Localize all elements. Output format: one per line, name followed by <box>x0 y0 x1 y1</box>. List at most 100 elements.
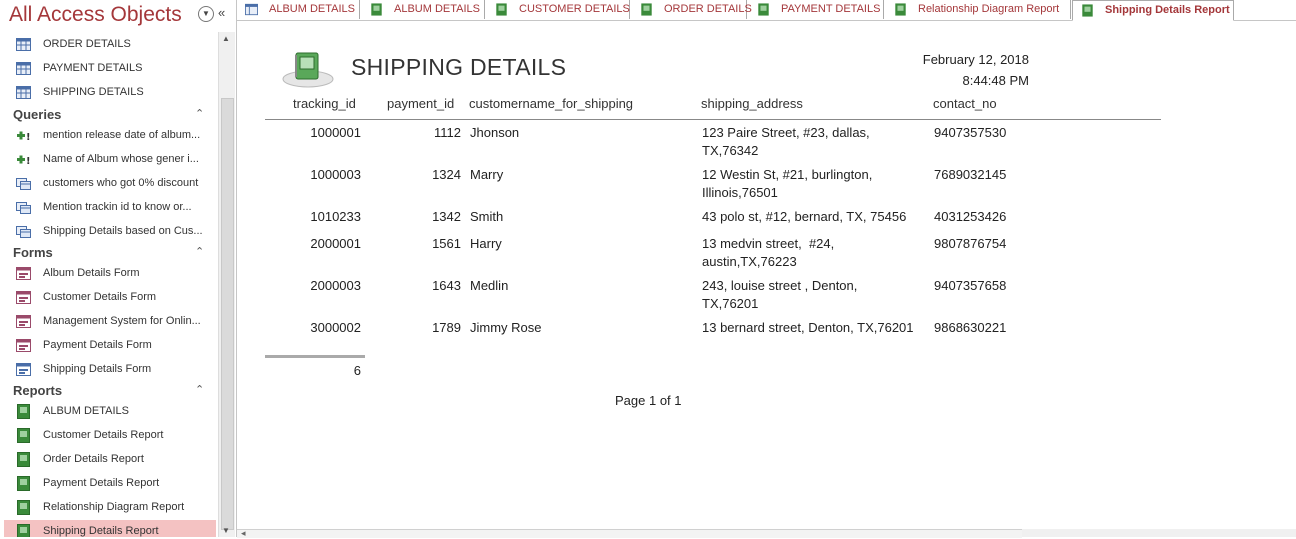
nav-item-label: Shipping Details Form <box>43 363 152 375</box>
cell-customername: Jimmy Rose <box>470 320 542 335</box>
tab-customer-details[interactable]: CUSTOMER DETAILS <box>487 0 630 19</box>
report-time: 8:44:48 PM <box>962 73 1030 88</box>
scroll-left-icon[interactable]: ◂ <box>241 528 246 539</box>
form-icon <box>16 291 31 304</box>
cell-tracking-id: 1000001 <box>310 125 361 140</box>
nav-item-label: Customer Details Form <box>43 291 157 303</box>
select-query-icon <box>16 202 31 214</box>
cell-payment-id: 1561 <box>432 236 461 251</box>
nav-item-form-3[interactable]: Management System for Onlin... <box>4 310 216 334</box>
tab-label: CUSTOMER DETAILS <box>519 3 630 15</box>
append-query-icon: ! <box>17 155 31 167</box>
report-icon <box>17 404 30 419</box>
shutter-bar-collapse-icon[interactable]: « <box>218 5 225 20</box>
cell-customername: Medlin <box>470 278 509 293</box>
table-icon <box>245 3 258 16</box>
nav-item-query-3[interactable]: customers who got 0% discount <box>4 172 216 196</box>
tab-label: Shipping Details Report <box>1105 4 1230 16</box>
cell-contact-no: 9807876754 <box>934 236 1007 251</box>
select-query-icon <box>16 226 31 238</box>
tab-order-details[interactable]: ORDER DETAILS <box>632 0 752 19</box>
nav-item-label: SHIPPING DETAILS <box>43 86 144 98</box>
cell-customername: Jhonson <box>470 125 520 140</box>
report-view: SHIPPING DETAILS February 12, 2018 8:44:… <box>237 21 1296 529</box>
collapse-group-icon[interactable]: ⌃ <box>195 107 204 120</box>
cell-address-line1: 123 Paire Street, #23, dallas, <box>702 125 870 140</box>
report-notebook-icon <box>282 52 334 88</box>
navigation-pane: All Access Objects ▼ « ORDER DETAILS PAY… <box>0 0 237 537</box>
nav-item-order-details-table[interactable]: ORDER DETAILS <box>4 33 216 57</box>
nav-item-form-2[interactable]: Customer Details Form <box>4 286 216 310</box>
tab-label: PAYMENT DETAILS <box>781 3 881 15</box>
report-icon <box>17 476 30 491</box>
cell-contact-no: 7689032145 <box>934 167 1007 182</box>
form-icon <box>16 315 31 328</box>
nav-item-report-3[interactable]: Order Details Report <box>4 448 216 472</box>
column-header-customername: customername_for_shipping <box>469 96 634 111</box>
cell-payment-id: 1324 <box>432 167 461 182</box>
report-icon <box>496 3 507 16</box>
nav-title[interactable]: All Access Objects <box>9 3 182 27</box>
cell-customername: Marry <box>470 167 504 182</box>
nav-vertical-scrollbar[interactable]: ▲ ▼ <box>218 32 235 537</box>
cell-payment-id: 1342 <box>432 209 461 224</box>
nav-item-report-6-selected[interactable]: Shipping Details Report <box>4 520 216 537</box>
column-header-tracking-id: tracking_id <box>293 96 356 111</box>
scroll-thumb[interactable] <box>221 98 234 530</box>
nav-item-label: Mention trackin id to know or... <box>43 201 192 213</box>
nav-item-label: Shipping Details based on Cus... <box>43 225 203 237</box>
nav-item-report-2[interactable]: Customer Details Report <box>4 424 216 448</box>
form-icon <box>16 267 31 280</box>
cell-contact-no: 4031253426 <box>934 209 1007 224</box>
cell-address-line2: TX,76342 <box>702 143 759 158</box>
nav-dropdown-icon[interactable]: ▼ <box>198 6 214 22</box>
nav-item-label: ALBUM DETAILS <box>43 405 129 417</box>
tab-shipping-details-report[interactable]: Shipping Details Report <box>1072 0 1234 21</box>
report-title: SHIPPING DETAILS <box>351 54 567 80</box>
nav-item-query-4[interactable]: Mention trackin id to know or... <box>4 196 216 220</box>
cell-customername: Smith <box>470 209 504 224</box>
column-header-payment-id: payment_id <box>387 96 455 111</box>
nav-item-form-4[interactable]: Payment Details Form <box>4 334 216 358</box>
table-icon <box>16 62 31 75</box>
nav-item-label: Payment Details Form <box>43 339 152 351</box>
nav-item-report-4[interactable]: Payment Details Report <box>4 472 216 496</box>
nav-item-label: Customer Details Report <box>43 429 164 441</box>
table-icon <box>16 86 31 99</box>
cell-tracking-id: 1010233 <box>310 209 361 224</box>
nav-item-label: Name of Album whose gener i... <box>43 153 199 165</box>
group-label: Queries <box>13 107 62 122</box>
cell-contact-no: 9407357530 <box>934 125 1007 140</box>
page-indicator: Page 1 of 1 <box>615 393 682 408</box>
nav-item-payment-details-table[interactable]: PAYMENT DETAILS <box>4 57 216 81</box>
collapse-group-icon[interactable]: ⌃ <box>195 245 204 258</box>
cell-payment-id: 1789 <box>432 320 461 335</box>
svg-text:!: ! <box>26 156 31 167</box>
nav-item-report-5[interactable]: Relationship Diagram Report <box>4 496 216 520</box>
nav-item-query-1[interactable]: ! mention release date of album... <box>4 124 216 148</box>
cell-tracking-id: 1000003 <box>310 167 361 182</box>
nav-item-query-2[interactable]: ! Name of Album whose gener i... <box>4 148 216 172</box>
tab-payment-details[interactable]: PAYMENT DETAILS <box>749 0 884 19</box>
scroll-down-icon[interactable]: ▼ <box>222 526 230 535</box>
report-icon <box>1082 4 1093 17</box>
report-icon <box>895 3 906 16</box>
count-divider <box>265 355 365 358</box>
nav-item-report-1[interactable]: ALBUM DETAILS <box>4 400 216 424</box>
tab-album-details-table[interactable]: ALBUM DETAILS <box>237 0 360 19</box>
nav-item-label: ORDER DETAILS <box>43 38 131 50</box>
scroll-up-icon[interactable]: ▲ <box>222 34 230 43</box>
nav-item-form-1[interactable]: Album Details Form <box>4 262 216 286</box>
cell-tracking-id: 2000001 <box>310 236 361 251</box>
cell-address-line1: 12 Westin St, #21, burlington, <box>702 167 873 182</box>
cell-payment-id: 1112 <box>434 125 461 140</box>
tab-relationship-diagram-report[interactable]: Relationship Diagram Report <box>886 0 1071 19</box>
collapse-group-icon[interactable]: ⌃ <box>195 383 204 396</box>
form-icon <box>16 363 31 376</box>
group-label: Forms <box>13 245 53 260</box>
report-icon <box>17 500 30 515</box>
nav-item-shipping-details-table[interactable]: SHIPPING DETAILS <box>4 81 216 105</box>
cell-address-line2: Illinois,76501 <box>702 185 778 200</box>
tab-label: ALBUM DETAILS <box>269 3 355 15</box>
tab-album-details-report[interactable]: ALBUM DETAILS <box>362 0 485 19</box>
